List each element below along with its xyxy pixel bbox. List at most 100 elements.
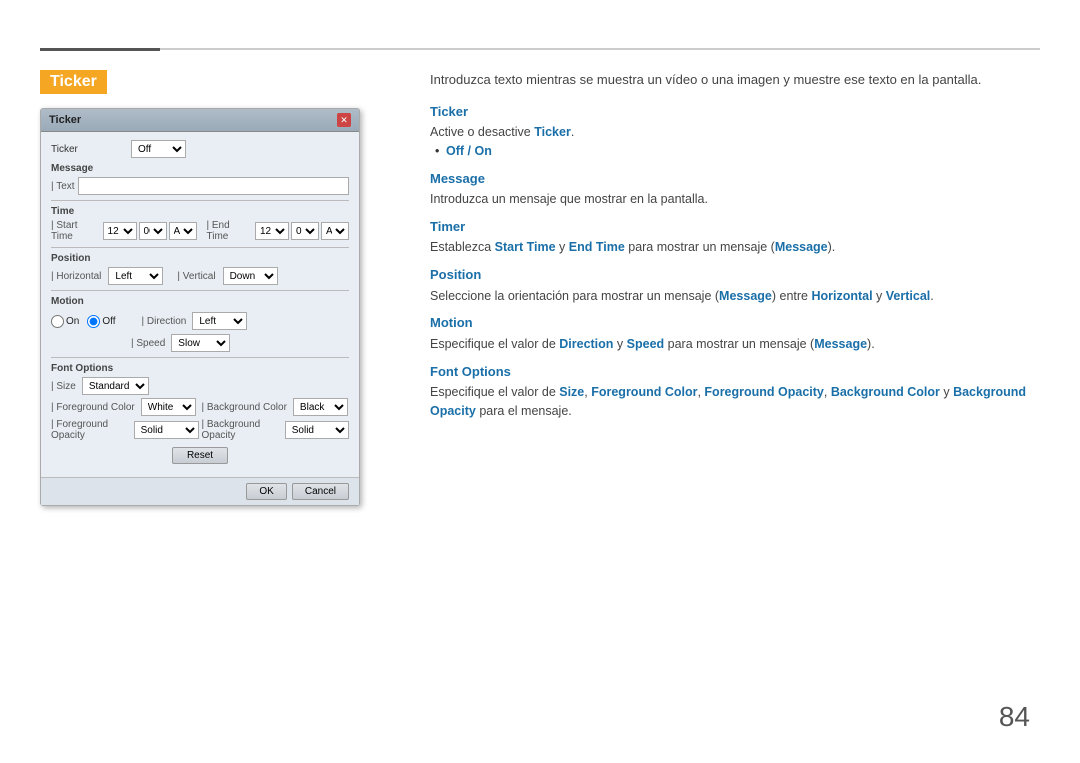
dialog-body: Ticker Off On Message | Text Time | Star… — [41, 132, 359, 477]
help-position-desc: Seleccione la orientación para mostrar u… — [430, 287, 1040, 306]
ticker-bold: Ticker — [534, 125, 571, 139]
help-motion-desc: Especifique el valor de Direction y Spee… — [430, 335, 1040, 354]
end-ampm-select[interactable]: AM — [321, 222, 349, 240]
font-fg-opacity: Foreground Opacity — [704, 385, 823, 399]
fg-opacity-item: | Foreground Opacity SolidTranslucent — [51, 419, 199, 441]
fg-opacity-select[interactable]: SolidTranslucent — [134, 421, 199, 439]
message-section-label: Message — [51, 163, 349, 174]
size-select[interactable]: StandardSmallLarge — [82, 377, 149, 395]
ok-button[interactable]: OK — [246, 483, 286, 500]
start-ampm-select[interactable]: AM — [169, 222, 197, 240]
dialog-footer: OK Cancel — [41, 477, 359, 505]
bg-color-item: | Background Color BlackWhite — [202, 398, 350, 416]
time-section-label: Time — [51, 206, 349, 217]
end-min-select[interactable]: 01 — [291, 222, 319, 240]
font-size: Size — [559, 385, 584, 399]
section-badge: Ticker — [40, 70, 107, 94]
dialog-close-button[interactable]: ✕ — [337, 113, 351, 127]
position-section-label: Position — [51, 253, 349, 264]
ticker-row: Ticker Off On — [51, 140, 349, 158]
end-time-label: | End Time — [207, 220, 250, 242]
timer-end-time: End Time — [569, 240, 625, 254]
divider-4 — [51, 357, 349, 358]
motion-on-label[interactable]: On — [51, 315, 79, 328]
message-prefix: | Text — [51, 181, 75, 192]
motion-section-label: Motion — [51, 296, 349, 307]
top-line-accent — [40, 48, 160, 51]
top-line — [40, 48, 1040, 50]
help-font-options-desc: Especifique el valor de Size, Foreground… — [430, 383, 1040, 421]
help-ticker-title: Ticker — [430, 102, 1040, 122]
motion-off-label[interactable]: Off — [87, 315, 115, 328]
help-message: Message Introduzca un mensaje que mostra… — [430, 169, 1040, 209]
speed-row: | Speed SlowNormalFast — [131, 334, 349, 352]
vertical-select[interactable]: DownUp — [223, 267, 278, 285]
ticker-field-label: Ticker — [51, 144, 131, 155]
motion-direction: Direction — [559, 337, 613, 351]
font-options-grid: | Size StandardSmallLarge | Foreground C… — [51, 377, 349, 441]
bg-opacity-item: | Background Opacity SolidTranslucent — [202, 419, 350, 441]
dialog-titlebar: Ticker ✕ — [41, 109, 359, 132]
size-item: | Size StandardSmallLarge — [51, 377, 199, 395]
ticker-dialog: Ticker ✕ Ticker Off On Message | Text — [40, 108, 360, 506]
speed-select[interactable]: SlowNormalFast — [171, 334, 230, 352]
bg-color-label: | Background Color — [202, 402, 287, 413]
help-message-title: Message — [430, 169, 1040, 189]
intro-text: Introduzca texto mientras se muestra un … — [430, 70, 1040, 90]
font-options-section-label: Font Options — [51, 363, 349, 374]
right-column: Introduzca texto mientras se muestra un … — [430, 70, 1040, 429]
help-ticker-desc: Active o desactive Ticker. — [430, 123, 1040, 142]
bg-opacity-select[interactable]: SolidTranslucent — [285, 421, 349, 439]
start-time-label: | Start Time — [51, 220, 98, 242]
position-vertical: Vertical — [886, 289, 930, 303]
horizontal-select[interactable]: LeftRight — [108, 267, 163, 285]
motion-on-radio[interactable] — [51, 315, 64, 328]
help-position-title: Position — [430, 265, 1040, 285]
font-fg-color: Foreground Color — [591, 385, 697, 399]
bg-color-select[interactable]: BlackWhite — [293, 398, 348, 416]
motion-section: On Off | Direction LeftRight | Speed — [51, 312, 349, 352]
help-font-options-title: Font Options — [430, 362, 1040, 382]
motion-message: Message — [814, 337, 867, 351]
help-timer: Timer Establezca Start Time y End Time p… — [430, 217, 1040, 257]
help-ticker: Ticker Active o desactive Ticker. Off / … — [430, 102, 1040, 161]
start-hour-select[interactable]: 12 — [103, 222, 137, 240]
divider-1 — [51, 200, 349, 201]
start-min-select[interactable]: 00 — [139, 222, 167, 240]
page-number: 84 — [999, 701, 1030, 733]
time-row: | Start Time 12 00 AM | End Time 12 01 A… — [51, 220, 349, 242]
left-column: Ticker Ticker ✕ Ticker Off On Message | … — [40, 70, 430, 506]
ticker-bullet: Off / On — [430, 142, 1040, 161]
help-position: Position Seleccione la orientación para … — [430, 265, 1040, 305]
position-message: Message — [719, 289, 772, 303]
position-row: | Horizontal LeftRight | Vertical DownUp — [51, 267, 349, 285]
motion-off-radio[interactable] — [87, 315, 100, 328]
direction-label: | Direction — [142, 316, 187, 327]
help-motion: Motion Especifique el valor de Direction… — [430, 313, 1040, 353]
size-label: | Size — [51, 381, 76, 392]
message-input[interactable] — [78, 177, 349, 195]
reset-button[interactable]: Reset — [172, 447, 228, 464]
fg-color-select[interactable]: WhiteBlack — [141, 398, 196, 416]
fg-color-item: | Foreground Color WhiteBlack — [51, 398, 199, 416]
cancel-button[interactable]: Cancel — [292, 483, 349, 500]
dialog-title: Ticker — [49, 114, 81, 126]
end-hour-select[interactable]: 12 — [255, 222, 289, 240]
ticker-option-label: Off / On — [446, 144, 492, 158]
help-timer-desc: Establezca Start Time y End Time para mo… — [430, 238, 1040, 257]
divider-2 — [51, 247, 349, 248]
timer-message: Message — [775, 240, 828, 254]
speed-label: | Speed — [131, 338, 165, 349]
help-font-options: Font Options Especifique el valor de Siz… — [430, 362, 1040, 421]
timer-start-time: Start Time — [495, 240, 556, 254]
divider-3 — [51, 290, 349, 291]
help-message-desc: Introduzca un mensaje que mostrar en la … — [430, 190, 1040, 209]
direction-select[interactable]: LeftRight — [192, 312, 247, 330]
help-motion-title: Motion — [430, 313, 1040, 333]
ticker-select[interactable]: Off On — [131, 140, 186, 158]
direction-row: | Direction LeftRight — [142, 312, 248, 330]
position-horizontal: Horizontal — [811, 289, 872, 303]
vertical-label: | Vertical — [177, 271, 215, 282]
horizontal-label: | Horizontal — [51, 271, 101, 282]
motion-radio-group: On Off — [51, 315, 116, 328]
